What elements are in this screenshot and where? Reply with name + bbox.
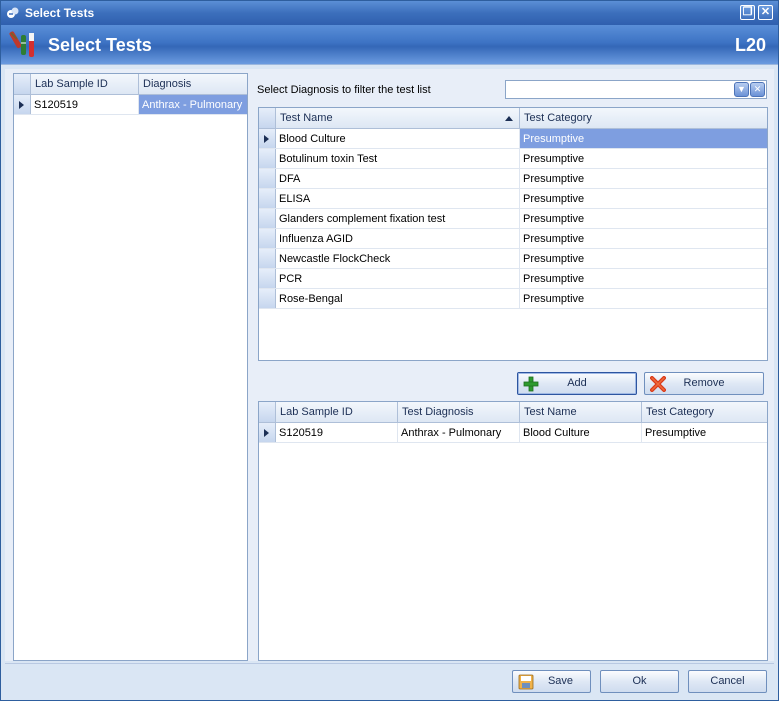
cell-test-category[interactable]: Presumptive [520, 149, 767, 168]
column-header-lab-sample-id[interactable]: Lab Sample ID [276, 402, 398, 422]
cell-test-category[interactable]: Presumptive [520, 289, 767, 308]
table-row[interactable]: ELISA Presumptive [259, 189, 767, 209]
cancel-button[interactable]: Cancel [688, 670, 767, 693]
select-tests-window: Select Tests ❐ ✕ Select Tests L20 Lab Sa… [0, 0, 779, 701]
cell-test-name[interactable]: Influenza AGID [276, 229, 520, 248]
column-header-test-name-label: Test Name [280, 112, 333, 124]
form-code: L20 [734, 35, 766, 55]
delete-x-icon [650, 376, 666, 392]
cell-test-name[interactable]: Newcastle FlockCheck [276, 249, 520, 268]
cell-test-category[interactable]: Presumptive [642, 423, 767, 442]
filter-label: Select Diagnosis to filter the test list [257, 84, 431, 96]
restore-icon[interactable]: ❐ [740, 5, 755, 20]
content-area: Lab Sample ID Diagnosis S120519 Anthrax … [5, 69, 774, 661]
page-title: Select Tests [48, 35, 152, 55]
samples-grid[interactable]: Lab Sample ID Diagnosis S120519 Anthrax … [13, 73, 248, 661]
table-row[interactable]: PCR Presumptive [259, 269, 767, 289]
save-button[interactable]: Save [512, 670, 591, 693]
cell-lab-sample-id[interactable]: S120519 [276, 423, 398, 442]
row-selector-header [259, 108, 276, 128]
current-row-arrow-icon [19, 101, 24, 109]
row-selector[interactable] [14, 95, 31, 114]
dropdown-chevron-icon[interactable]: ▼ [734, 82, 749, 97]
cell-test-name[interactable]: DFA [276, 169, 520, 188]
selected-grid-body: S120519 Anthrax - Pulmonary Blood Cultur… [259, 423, 767, 443]
table-row[interactable]: DFA Presumptive [259, 169, 767, 189]
row-selector[interactable] [259, 423, 276, 442]
clear-filter-icon[interactable]: ✕ [750, 82, 765, 97]
row-selector-header [259, 402, 276, 422]
cell-diagnosis[interactable]: Anthrax - Pulmonary [139, 95, 247, 114]
diagnosis-filter-combo[interactable]: ▼ ✕ [505, 80, 767, 99]
add-button-label: Add [567, 377, 587, 389]
table-row[interactable]: Influenza AGID Presumptive [259, 229, 767, 249]
table-row[interactable]: Newcastle FlockCheck Presumptive [259, 249, 767, 269]
remove-button[interactable]: Remove [644, 372, 764, 395]
cell-test-category[interactable]: Presumptive [520, 209, 767, 228]
cell-test-category[interactable]: Presumptive [520, 229, 767, 248]
selected-tests-grid[interactable]: Lab Sample ID Test Diagnosis Test Name T… [258, 401, 768, 661]
column-header-lab-sample-id[interactable]: Lab Sample ID [31, 74, 139, 94]
cell-test-name[interactable]: Blood Culture [520, 423, 642, 442]
save-button-label: Save [547, 675, 574, 687]
row-selector[interactable] [259, 269, 276, 288]
cell-test-category[interactable]: Presumptive [520, 249, 767, 268]
cell-test-name[interactable]: Botulinum toxin Test [276, 149, 520, 168]
cell-lab-sample-id[interactable]: S120519 [31, 95, 139, 114]
column-header-test-category[interactable]: Test Category [642, 402, 767, 422]
row-selector[interactable] [259, 209, 276, 228]
cell-test-category[interactable]: Presumptive [520, 189, 767, 208]
row-selector[interactable] [259, 189, 276, 208]
column-header-test-name[interactable]: Test Name [276, 108, 520, 128]
cell-test-name[interactable]: PCR [276, 269, 520, 288]
table-row[interactable]: S120519 Anthrax - Pulmonary Blood Cultur… [259, 423, 767, 443]
cell-test-name[interactable]: ELISA [276, 189, 520, 208]
table-row[interactable]: S120519 Anthrax - Pulmonary [14, 95, 247, 115]
header-band: Select Tests L20 [1, 25, 778, 65]
cell-test-name[interactable]: Glanders complement fixation test [276, 209, 520, 228]
tests-grid[interactable]: Test Name Test Category Blood Culture Pre… [258, 107, 768, 361]
row-selector[interactable] [259, 169, 276, 188]
column-header-test-diagnosis[interactable]: Test Diagnosis [398, 402, 520, 422]
row-selector[interactable] [259, 129, 276, 148]
row-selector[interactable] [259, 229, 276, 248]
table-row[interactable]: Rose-Bengal Presumptive [259, 289, 767, 309]
title-bar[interactable]: Select Tests ❐ ✕ [1, 1, 778, 25]
column-header-test-category[interactable]: Test Category [520, 108, 767, 128]
ok-button[interactable]: Ok [600, 670, 679, 693]
samples-grid-body: S120519 Anthrax - Pulmonary [14, 95, 247, 115]
close-icon[interactable]: ✕ [758, 5, 773, 20]
column-header-diagnosis[interactable]: Diagnosis [139, 74, 247, 94]
cell-test-category[interactable]: Presumptive [520, 129, 767, 148]
table-row[interactable]: Glanders complement fixation test Presump… [259, 209, 767, 229]
cell-test-category[interactable]: Presumptive [520, 169, 767, 188]
app-icon [7, 7, 19, 18]
current-row-arrow-icon [264, 429, 269, 437]
table-row[interactable]: Botulinum toxin Test Presumptive [259, 149, 767, 169]
table-row[interactable]: Blood Culture Presumptive [259, 129, 767, 149]
row-selector-header [14, 74, 31, 94]
window-title: Select Tests [25, 6, 95, 20]
current-row-arrow-icon [264, 135, 269, 143]
cell-test-name[interactable]: Rose-Bengal [276, 289, 520, 308]
test-tubes-icon [9, 31, 34, 57]
column-header-test-name[interactable]: Test Name [520, 402, 642, 422]
remove-button-label: Remove [683, 377, 725, 389]
cell-test-category[interactable]: Presumptive [520, 269, 767, 288]
add-button[interactable]: Add [517, 372, 637, 395]
selected-grid-header: Lab Sample ID Test Diagnosis Test Name T… [259, 402, 767, 423]
cell-test-diagnosis[interactable]: Anthrax - Pulmonary [398, 423, 520, 442]
tests-grid-header: Test Name Test Category [259, 108, 767, 129]
footer-divider [5, 663, 774, 664]
row-selector[interactable] [259, 249, 276, 268]
row-selector[interactable] [259, 289, 276, 308]
row-selector[interactable] [259, 149, 276, 168]
samples-grid-header: Lab Sample ID Diagnosis [14, 74, 247, 95]
plus-icon [523, 376, 539, 392]
cell-test-name[interactable]: Blood Culture [276, 129, 520, 148]
save-disk-icon [518, 674, 534, 690]
sort-ascending-icon [505, 116, 513, 121]
tests-grid-body: Blood Culture Presumptive Botulinum toxin … [259, 129, 767, 309]
